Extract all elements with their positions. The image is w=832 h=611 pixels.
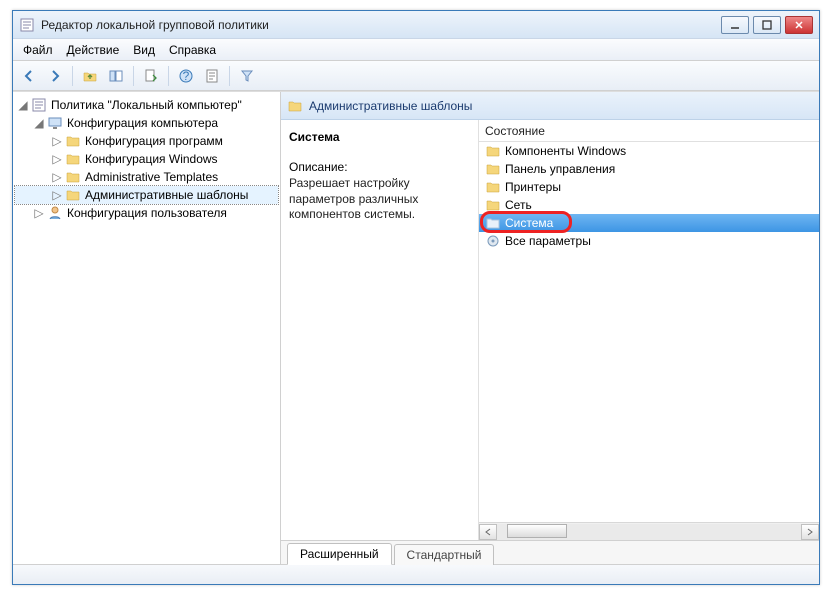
tab-extended[interactable]: Расширенный	[287, 543, 392, 565]
expand-icon[interactable]: ▷	[33, 207, 45, 219]
horizontal-scrollbar[interactable]	[479, 522, 819, 540]
description-label: Описание:	[289, 160, 470, 174]
expand-icon[interactable]: ▷	[51, 171, 63, 183]
info-pane: Система Описание: Разрешает настройку па…	[281, 120, 479, 540]
folder-icon	[65, 187, 81, 203]
list-item-system[interactable]: Система	[479, 214, 819, 232]
list-item-label: Панель управления	[505, 162, 615, 176]
detail-panes: Система Описание: Разрешает настройку па…	[281, 120, 819, 540]
folder-icon	[287, 98, 303, 114]
tree-label: Административные шаблоны	[85, 188, 248, 202]
breadcrumb: Административные шаблоны	[281, 92, 819, 120]
tree-label: Конфигурация компьютера	[67, 116, 218, 130]
scroll-right-button[interactable]	[801, 524, 819, 540]
menu-action[interactable]: Действие	[61, 41, 126, 59]
expand-icon[interactable]: ▷	[51, 135, 63, 147]
menu-view[interactable]: Вид	[127, 41, 161, 59]
toolbar-separator	[72, 66, 73, 86]
collapse-icon[interactable]: ◢	[17, 99, 29, 111]
tab-standard[interactable]: Стандартный	[394, 544, 495, 565]
menubar: Файл Действие Вид Справка	[13, 39, 819, 61]
scroll-thumb[interactable]	[507, 524, 567, 538]
view-tabs: Расширенный Стандартный	[281, 540, 819, 564]
close-button[interactable]	[785, 16, 813, 34]
filter-button[interactable]	[235, 64, 259, 88]
back-button[interactable]	[17, 64, 41, 88]
list-header-state[interactable]: Состояние	[479, 120, 819, 142]
tree-admin-templates-ru[interactable]: ▷ Административные шаблоны	[15, 186, 278, 204]
expand-icon[interactable]: ▷	[51, 153, 63, 165]
policy-icon	[31, 97, 47, 113]
list-item-label: Все параметры	[505, 234, 591, 248]
app-window: Редактор локальной групповой политики Фа…	[12, 10, 820, 585]
tree-admin-templates-en[interactable]: ▷ Administrative Templates	[15, 168, 278, 186]
tree-label: Конфигурация программ	[85, 134, 223, 148]
list-item-label: Принтеры	[505, 180, 561, 194]
tree-root[interactable]: ◢ Политика "Локальный компьютер"	[15, 96, 278, 114]
menu-file[interactable]: Файл	[17, 41, 59, 59]
list-item-label: Система	[505, 216, 553, 230]
window-title: Редактор локальной групповой политики	[41, 18, 721, 32]
tree-user-config[interactable]: ▷ Конфигурация пользователя	[15, 204, 278, 222]
folder-icon	[485, 197, 501, 213]
breadcrumb-label: Административные шаблоны	[309, 99, 472, 113]
right-pane: Административные шаблоны Система Описани…	[281, 92, 819, 564]
list-item-all-settings[interactable]: Все параметры	[479, 232, 819, 250]
collapse-icon[interactable]: ◢	[33, 117, 45, 129]
menu-help[interactable]: Справка	[163, 41, 222, 59]
scroll-left-button[interactable]	[479, 524, 497, 540]
list-pane: Состояние Компоненты Windows Панель упра…	[479, 120, 819, 540]
content-area: ◢ Политика "Локальный компьютер" ◢ Конфи…	[13, 91, 819, 564]
toolbar-separator	[229, 66, 230, 86]
list-item-printers[interactable]: Принтеры	[479, 178, 819, 196]
up-folder-button[interactable]	[78, 64, 102, 88]
list-body: Компоненты Windows Панель управления При…	[479, 142, 819, 522]
folder-icon	[485, 179, 501, 195]
forward-button[interactable]	[43, 64, 67, 88]
statusbar	[13, 564, 819, 584]
settings-icon	[485, 233, 501, 249]
show-hide-tree-button[interactable]	[104, 64, 128, 88]
folder-icon	[65, 133, 81, 149]
tree-label: Administrative Templates	[85, 170, 218, 184]
info-heading: Система	[289, 130, 470, 144]
minimize-button[interactable]	[721, 16, 749, 34]
list-item-network[interactable]: Сеть	[479, 196, 819, 214]
list-item-label: Сеть	[505, 198, 532, 212]
tree-program-config[interactable]: ▷ Конфигурация программ	[15, 132, 278, 150]
tree-windows-config[interactable]: ▷ Конфигурация Windows	[15, 150, 278, 168]
computer-icon	[47, 115, 63, 131]
help-button[interactable]: ?	[174, 64, 198, 88]
list-item-label: Компоненты Windows	[505, 144, 626, 158]
app-icon	[19, 17, 35, 33]
folder-icon	[65, 151, 81, 167]
description-text: Разрешает настройку параметров различных…	[289, 176, 470, 223]
folder-icon	[485, 143, 501, 159]
toolbar-separator	[168, 66, 169, 86]
tree-label: Политика "Локальный компьютер"	[51, 98, 242, 112]
maximize-button[interactable]	[753, 16, 781, 34]
folder-icon	[485, 215, 501, 231]
export-list-button[interactable]	[139, 64, 163, 88]
tree-pane[interactable]: ◢ Политика "Локальный компьютер" ◢ Конфи…	[13, 92, 281, 564]
tree-label: Конфигурация Windows	[85, 152, 218, 166]
user-icon	[47, 205, 63, 221]
list-item-windows-components[interactable]: Компоненты Windows	[479, 142, 819, 160]
toolbar-separator	[133, 66, 134, 86]
properties-button[interactable]	[200, 64, 224, 88]
titlebar: Редактор локальной групповой политики	[13, 11, 819, 39]
tree-computer-config[interactable]: ◢ Конфигурация компьютера	[15, 114, 278, 132]
folder-icon	[485, 161, 501, 177]
tree-label: Конфигурация пользователя	[67, 206, 227, 220]
scroll-track[interactable]	[497, 524, 801, 540]
toolbar: ?	[13, 61, 819, 91]
expand-icon[interactable]: ▷	[51, 189, 63, 201]
list-item-control-panel[interactable]: Панель управления	[479, 160, 819, 178]
folder-icon	[65, 169, 81, 185]
svg-text:?: ?	[183, 69, 190, 83]
